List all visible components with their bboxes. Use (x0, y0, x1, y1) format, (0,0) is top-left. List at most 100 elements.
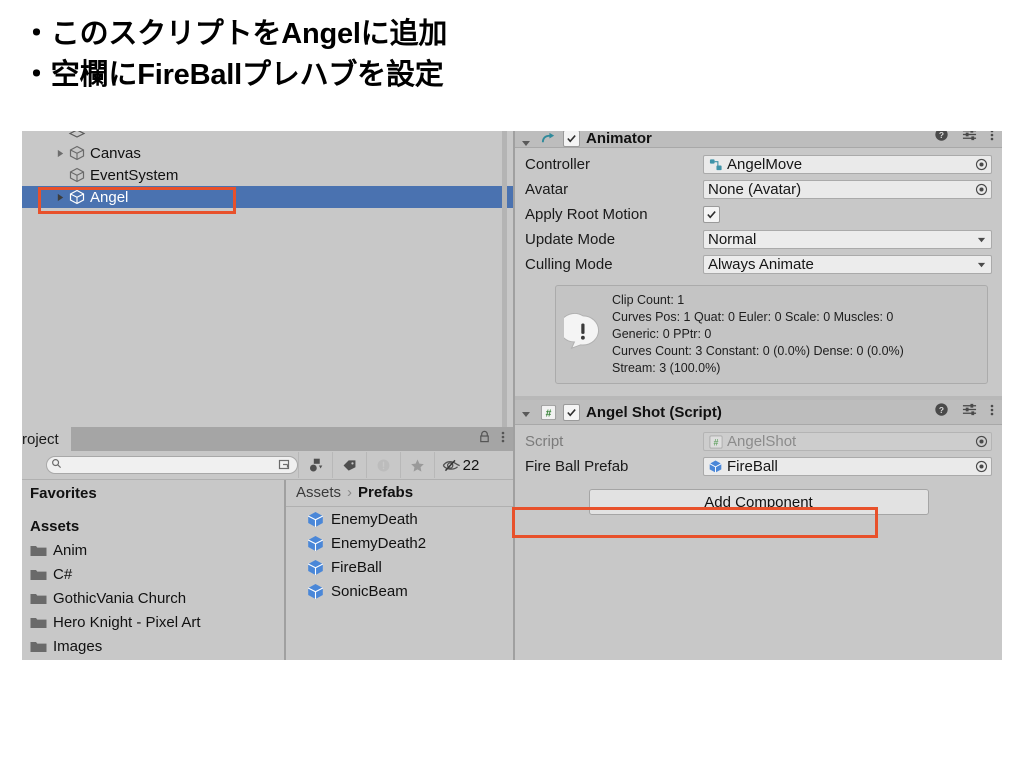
kebab-menu-icon[interactable] (501, 430, 505, 449)
search-icon (51, 456, 62, 474)
inspector-panel[interactable]: Animator ? Controller AngelMove Avatar N… (515, 131, 1002, 660)
chevron-down-icon[interactable] (973, 257, 989, 273)
field-row-update-mode[interactable]: Update Mode Normal (525, 227, 992, 252)
project-tree-column[interactable]: Favorites Assets Anim C# GothicVania Chu… (22, 480, 286, 660)
field-label: Apply Root Motion (525, 206, 648, 223)
svg-text:#: # (713, 437, 718, 447)
heading-line-1: ・このスクリプトをAngelに追加 (22, 18, 448, 50)
folder-item-hero-knight-pixel-art[interactable]: Hero Knight - Pixel Art (22, 610, 284, 634)
folder-item-anim[interactable]: Anim (22, 538, 284, 562)
component-enabled-checkbox[interactable] (563, 403, 580, 421)
chevron-down-icon[interactable] (973, 232, 989, 248)
hierarchy-scrollbar[interactable] (502, 131, 507, 427)
asset-item-fireball[interactable]: FireBall (286, 555, 513, 579)
hidden-items-icon[interactable]: 22 (434, 452, 486, 478)
gameobject-cube-icon (68, 144, 86, 162)
object-picker-icon[interactable] (973, 459, 989, 475)
assets-header[interactable]: Assets (22, 515, 284, 538)
asset-item-enemydeath2[interactable]: EnemyDeath2 (286, 531, 513, 555)
field-row-avatar[interactable]: Avatar None (Avatar) (525, 177, 992, 202)
add-component-button[interactable]: Add Component (588, 489, 929, 515)
hierarchy-item-canvas[interactable]: Canvas (22, 142, 513, 164)
dropdown-update-mode[interactable]: Normal (703, 230, 992, 249)
dropdown-culling-mode[interactable]: Always Animate (703, 255, 992, 274)
foldout-arrow-icon[interactable] (521, 406, 533, 418)
help-icon[interactable]: ? (934, 131, 949, 147)
tab-project[interactable]: roject (22, 427, 71, 451)
search-input[interactable] (62, 457, 266, 473)
asset-item-enemydeath[interactable]: EnemyDeath (286, 507, 513, 531)
object-picker-icon[interactable] (973, 157, 989, 173)
hierarchy-panel[interactable]: Canvas EventSystem Angel (22, 131, 515, 427)
field-label: Controller (525, 156, 591, 173)
filter-by-type-icon[interactable] (298, 452, 332, 478)
object-field-fire-ball-prefab[interactable]: FireBall (703, 457, 992, 476)
hierarchy-item-eventsystem[interactable]: EventSystem (22, 164, 513, 186)
hidden-items-count: 22 (462, 456, 480, 474)
help-icon[interactable]: ? (934, 402, 949, 422)
clip-info-line-2: Curves Pos: 1 Quat: 0 Euler: 0 Scale: 0 … (612, 310, 894, 324)
folder-icon (30, 640, 47, 653)
lock-icon[interactable] (478, 430, 491, 448)
heading-line-2: ・空欄にFireBallプレハブを設定 (22, 59, 444, 91)
component-header-angel-shot[interactable]: # Angel Shot (Script) ? (515, 400, 1002, 425)
field-row-culling-mode[interactable]: Culling Mode Always Animate (525, 252, 992, 277)
object-picker-icon[interactable] (973, 182, 989, 198)
gameobject-cube-icon (68, 131, 86, 142)
gameobject-cube-icon (68, 188, 86, 206)
kebab-menu-icon[interactable] (990, 131, 994, 147)
folder-item-gothicvania-church[interactable]: GothicVania Church (22, 586, 284, 610)
asset-item-sonicbeam[interactable]: SonicBeam (286, 579, 513, 603)
component-enabled-checkbox[interactable] (563, 131, 580, 147)
folder-item-images[interactable]: Images (22, 634, 284, 658)
preset-icon[interactable] (962, 402, 977, 422)
project-panel[interactable]: roject 22 Favorites Assets Anim C# Gothi… (22, 427, 515, 660)
folder-icon (30, 592, 47, 605)
expand-arrow-icon[interactable] (52, 145, 68, 161)
preset-icon[interactable] (962, 131, 977, 147)
field-label: Culling Mode (525, 256, 613, 273)
filter-by-label-icon[interactable] (332, 452, 366, 478)
clip-info-line-1: Clip Count: 1 (612, 293, 685, 307)
object-field-controller[interactable]: AngelMove (703, 155, 992, 174)
info-bubble-icon (558, 313, 602, 356)
breadcrumb-root[interactable]: Assets (296, 484, 341, 501)
svg-text:?: ? (939, 131, 944, 140)
component-title: Angel Shot (Script) (586, 403, 722, 421)
clip-info-line-4: Curves Count: 3 Constant: 0 (0.0%) Dense… (612, 344, 904, 358)
field-row-controller[interactable]: Controller AngelMove (525, 152, 992, 177)
add-component-row: Add Component (525, 479, 992, 523)
folder-icon (30, 544, 47, 557)
component-title: Animator (586, 131, 652, 147)
component-header-animator[interactable]: Animator ? (515, 131, 1002, 148)
csharp-script-icon: # (539, 403, 557, 421)
folder-label: Hero Knight - Pixel Art (53, 613, 201, 631)
asset-label: EnemyDeath (331, 510, 418, 528)
component-body-angel-shot: Script # AngelShot Fire Ball Prefab Fire… (515, 425, 1002, 529)
expand-arrow-icon[interactable] (52, 189, 68, 205)
field-row-apply-root-motion[interactable]: Apply Root Motion (525, 202, 992, 227)
prefab-cube-icon (306, 582, 325, 601)
project-asset-column[interactable]: Assets › Prefabs EnemyDeath EnemyDeath2 … (286, 480, 513, 660)
folder-item-csharp[interactable]: C# (22, 562, 284, 586)
animator-controller-icon (708, 157, 723, 172)
csharp-script-icon: # (708, 434, 723, 449)
apply-root-motion-checkbox[interactable] (703, 206, 720, 223)
clip-info-line-3: Generic: 0 PPtr: 0 (612, 327, 712, 341)
object-field-avatar[interactable]: None (Avatar) (703, 180, 992, 199)
object-field-value: AngelShot (727, 433, 797, 450)
favorites-star-icon[interactable] (400, 452, 434, 478)
kebab-menu-icon[interactable] (990, 403, 994, 422)
search-field[interactable] (46, 456, 298, 474)
foldout-arrow-icon[interactable] (521, 135, 533, 147)
hierarchy-item-angel[interactable]: Angel (22, 186, 513, 208)
folder-label: Images (53, 637, 103, 655)
project-tab-bar: roject (22, 427, 513, 451)
warning-filter-icon[interactable] (366, 452, 400, 478)
folder-label: C# (53, 565, 73, 583)
hierarchy-row-clipped[interactable] (22, 131, 513, 142)
field-row-fire-ball-prefab[interactable]: Fire Ball Prefab FireBall (525, 454, 992, 479)
folder-icon (30, 616, 47, 629)
breadcrumb-current[interactable]: Prefabs (358, 484, 413, 501)
save-search-icon[interactable] (277, 457, 293, 473)
